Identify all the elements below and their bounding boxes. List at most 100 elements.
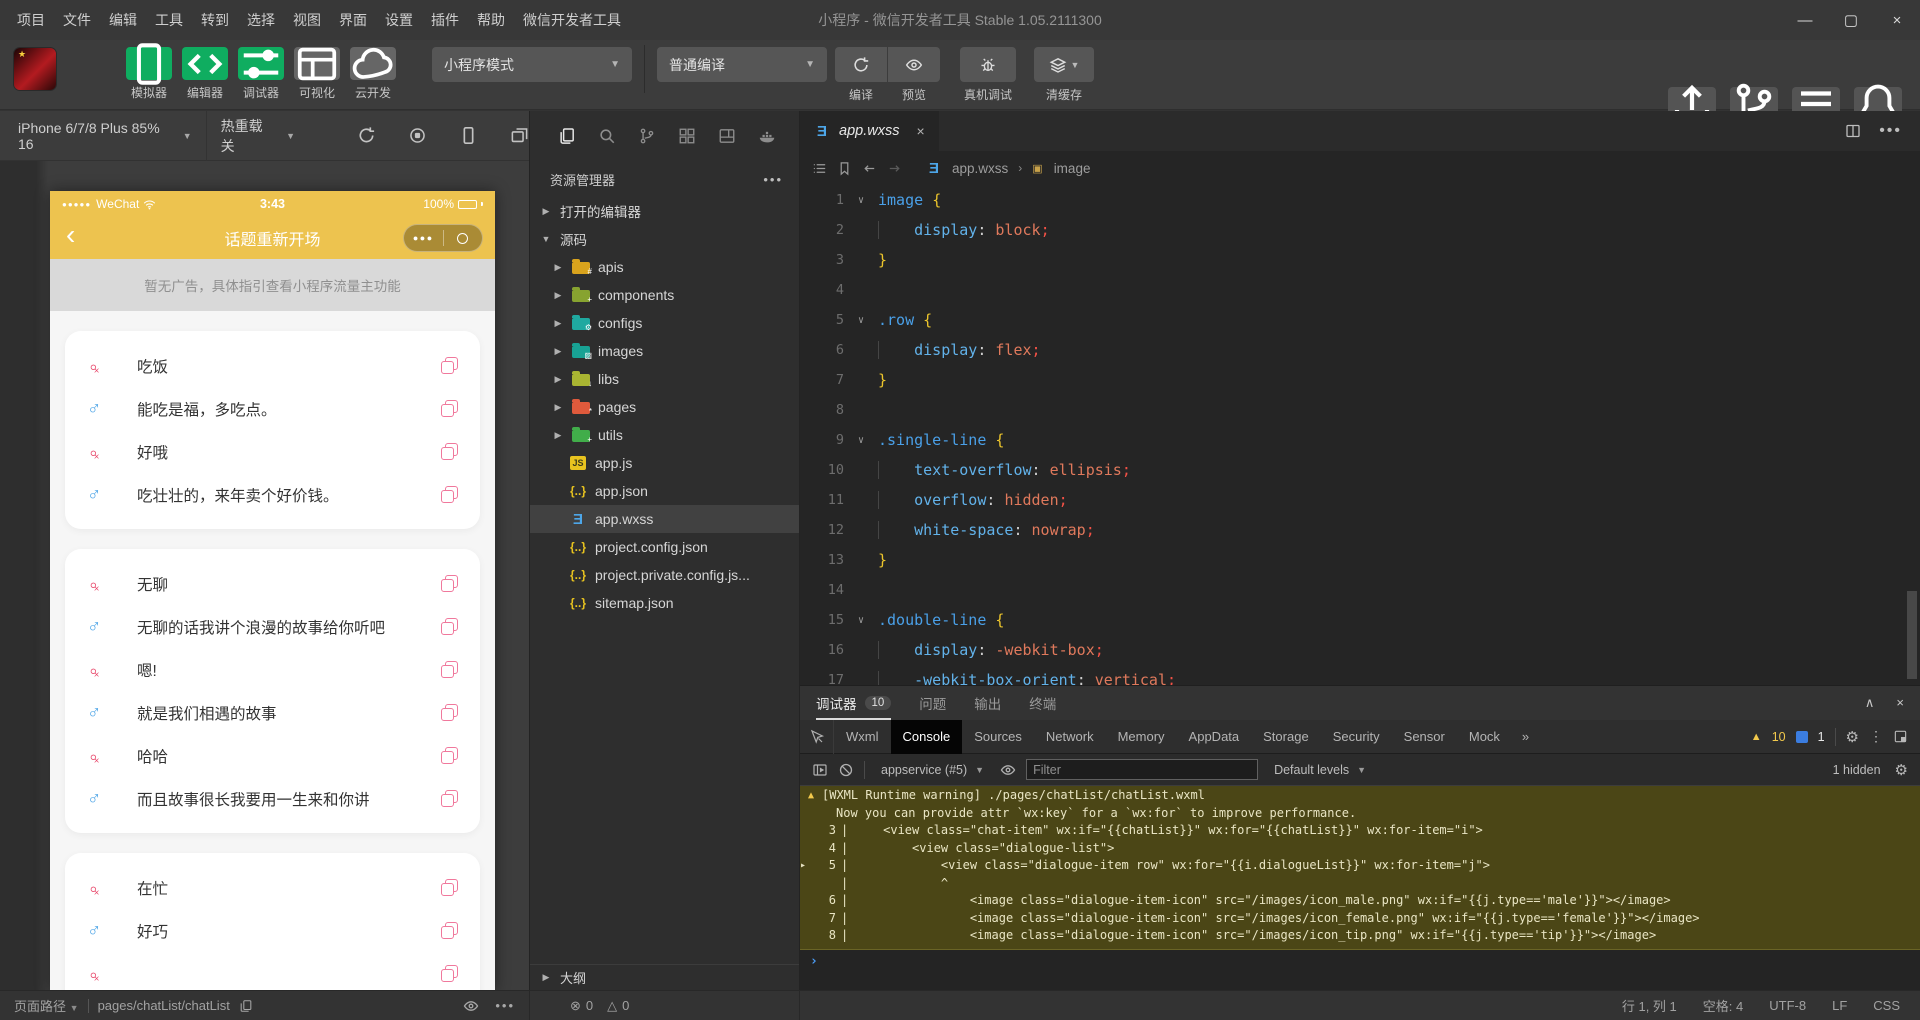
- code-line[interactable]: 16 display: -webkit-box;: [800, 635, 1920, 665]
- chat-row[interactable]: ♀ 无聊: [65, 562, 480, 605]
- devtools-tab-Console[interactable]: Console: [890, 719, 963, 754]
- console-prompt[interactable]: ›: [800, 950, 1920, 974]
- mode-select[interactable]: 小程序模式 ▼: [432, 47, 632, 82]
- devtools-tab-Mock[interactable]: Mock: [1457, 720, 1512, 754]
- maximize-button[interactable]: ▢: [1828, 0, 1874, 40]
- warning-count[interactable]: 10: [1772, 730, 1786, 744]
- code-line[interactable]: 5 ∨ .row {: [800, 305, 1920, 335]
- code-line[interactable]: 1 ∨ image {: [800, 185, 1920, 215]
- tree-folder-apis[interactable]: ▶ # apis: [530, 253, 799, 281]
- devtools-tab-Sensor[interactable]: Sensor: [1392, 720, 1457, 754]
- chat-row[interactable]: ♀ 吃饭: [65, 344, 480, 387]
- editor-more-icon[interactable]: •••: [1879, 122, 1902, 140]
- code-line[interactable]: 9 ∨ .single-line {: [800, 425, 1920, 455]
- message-count[interactable]: 1: [1818, 730, 1825, 744]
- hot-reload-toggle[interactable]: 热重载 关 ▼: [207, 116, 309, 156]
- docker-whale-icon[interactable]: [758, 127, 776, 145]
- more-actions-icon[interactable]: •••: [763, 172, 783, 187]
- more-icon[interactable]: •••: [495, 998, 515, 1013]
- devtools-tab-Security[interactable]: Security: [1321, 720, 1392, 754]
- breadcrumb-symbol[interactable]: image: [1054, 161, 1091, 176]
- layout-icon[interactable]: [718, 127, 736, 145]
- copy-icon[interactable]: [441, 575, 458, 592]
- extensions-icon[interactable]: [678, 127, 696, 145]
- panel-tab-终端[interactable]: 终端: [1029, 686, 1056, 720]
- code-line[interactable]: 14: [800, 575, 1920, 605]
- more-tabs-icon[interactable]: »: [1512, 729, 1539, 744]
- clear-cache-button[interactable]: ▼: [1034, 47, 1094, 82]
- language-mode[interactable]: CSS: [1873, 998, 1900, 1013]
- toolbar-debugger-button[interactable]: 调试器: [238, 47, 284, 101]
- menubar-item[interactable]: 转到: [192, 0, 238, 40]
- copy-path-icon[interactable]: [239, 999, 253, 1013]
- editor-scrollbar[interactable]: [1907, 591, 1917, 679]
- warning-icon[interactable]: ▲: [1751, 731, 1762, 743]
- clear-console-icon[interactable]: [838, 762, 854, 778]
- code-line[interactable]: 2 display: block;: [800, 215, 1920, 245]
- eye-icon[interactable]: [463, 998, 479, 1014]
- tree-file-project.config.json[interactable]: {..} project.config.json: [530, 533, 799, 561]
- chat-row[interactable]: ♂ 能吃是福，多吃点。: [65, 387, 480, 430]
- code-line[interactable]: 7}: [800, 365, 1920, 395]
- close-tab-icon[interactable]: ×: [916, 123, 924, 139]
- chat-row[interactable]: ♂ 无聊的话我讲个浪漫的故事给你听吧: [65, 605, 480, 648]
- log-levels-select[interactable]: Default levels ▼: [1268, 763, 1372, 777]
- page-path-select[interactable]: 页面路径 ▼: [14, 996, 79, 1015]
- copy-icon[interactable]: [441, 922, 458, 939]
- menubar-item[interactable]: 项目: [8, 0, 54, 40]
- tree-file-project.private.config.js...[interactable]: {..} project.private.config.js...: [530, 561, 799, 589]
- expand-arrow-icon[interactable]: ▸: [800, 857, 814, 875]
- copy-icon[interactable]: [441, 704, 458, 721]
- toolbar-cloud-button[interactable]: 云开发: [350, 47, 396, 101]
- forward-arrow-icon[interactable]: [887, 161, 902, 176]
- copy-icon[interactable]: [441, 879, 458, 896]
- code-line[interactable]: 4: [800, 275, 1920, 305]
- breadcrumb-file[interactable]: app.wxss: [952, 161, 1008, 176]
- console-settings-icon[interactable]: ⚙: [1895, 761, 1908, 779]
- devtools-tab-AppData[interactable]: AppData: [1177, 720, 1252, 754]
- copy-icon[interactable]: [441, 357, 458, 374]
- error-count[interactable]: ⊗ 0: [570, 998, 593, 1014]
- menubar-item[interactable]: 设置: [376, 0, 422, 40]
- chat-row[interactable]: ♂ 就是我们相遇的故事: [65, 691, 480, 734]
- minimize-button[interactable]: —: [1782, 0, 1828, 40]
- menubar-item[interactable]: 插件: [422, 0, 468, 40]
- hidden-count[interactable]: 1 hidden: [1833, 763, 1881, 777]
- fold-icon[interactable]: ∨: [858, 435, 878, 446]
- code-line[interactable]: 10 text-overflow: ellipsis;: [800, 455, 1920, 485]
- git-branch-icon[interactable]: [638, 127, 656, 145]
- console-sidebar-icon[interactable]: [812, 762, 828, 778]
- eol-setting[interactable]: LF: [1832, 998, 1847, 1013]
- code-line[interactable]: 11 overflow: hidden;: [800, 485, 1920, 515]
- code-line[interactable]: 15 ∨ .double-line {: [800, 605, 1920, 635]
- chat-row[interactable]: ♀ 在忙: [65, 866, 480, 909]
- code-line[interactable]: 17 -webkit-box-orient: vertical;: [800, 665, 1920, 685]
- outline-section[interactable]: ▶ 大纲: [530, 964, 799, 990]
- fold-icon[interactable]: ∨: [858, 315, 878, 326]
- devtools-tab-Storage[interactable]: Storage: [1251, 720, 1321, 754]
- bookmark-icon[interactable]: [837, 161, 852, 176]
- tree-file-sitemap.json[interactable]: {..} sitemap.json: [530, 589, 799, 617]
- back-arrow-icon[interactable]: [862, 161, 877, 176]
- tree-section-打开的编辑器[interactable]: ▶ 打开的编辑器: [530, 197, 799, 225]
- detach-window-icon[interactable]: [510, 126, 529, 145]
- tree-folder-utils[interactable]: ▶ + utils: [530, 421, 799, 449]
- copy-icon[interactable]: [441, 661, 458, 678]
- preview-button[interactable]: [888, 47, 940, 82]
- toolbar-simulator-button[interactable]: 模拟器: [126, 42, 172, 101]
- context-select[interactable]: appservice (#5) ▼: [875, 763, 990, 777]
- menubar-item[interactable]: 微信开发者工具: [514, 0, 630, 40]
- tree-folder-components[interactable]: ▶ + components: [530, 281, 799, 309]
- code-line[interactable]: 6 display: flex;: [800, 335, 1920, 365]
- files-icon[interactable]: [558, 127, 576, 145]
- tree-file-app.json[interactable]: {..} app.json: [530, 477, 799, 505]
- panel-tab-输出[interactable]: 输出: [974, 686, 1001, 720]
- menubar-item[interactable]: 帮助: [468, 0, 514, 40]
- dock-side-icon[interactable]: [1893, 729, 1908, 744]
- fold-icon[interactable]: ∨: [858, 615, 878, 626]
- code-line[interactable]: 8: [800, 395, 1920, 425]
- menubar-item[interactable]: 选择: [238, 0, 284, 40]
- menubar-item[interactable]: 文件: [54, 0, 100, 40]
- toolbar-visual-button[interactable]: 可视化: [294, 47, 340, 101]
- devtools-tab-Memory[interactable]: Memory: [1106, 720, 1177, 754]
